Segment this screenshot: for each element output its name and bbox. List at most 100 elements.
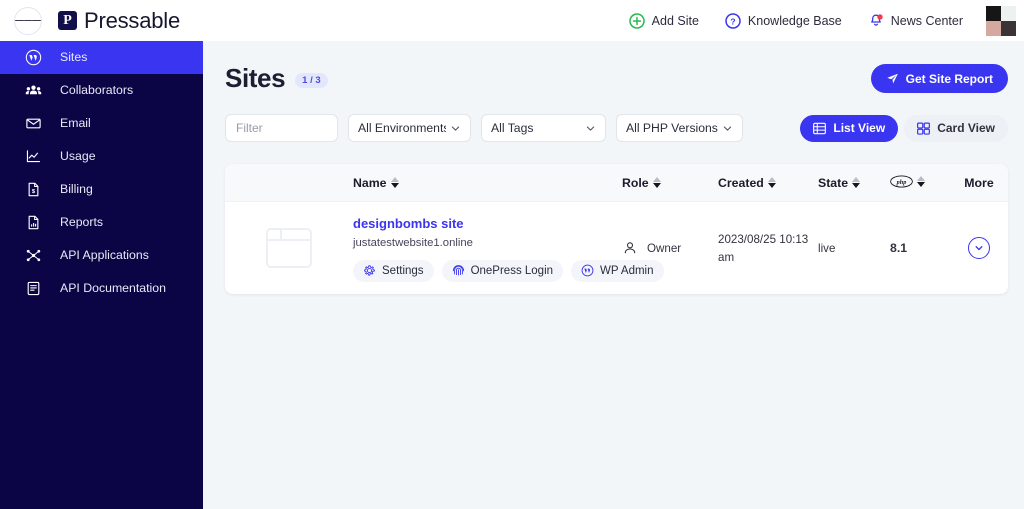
file-chart-icon (24, 214, 42, 232)
hamburger-icon[interactable] (14, 6, 42, 35)
card-view-label: Card View (937, 121, 995, 135)
wordpress-icon (581, 264, 594, 277)
column-header-more-label: More (964, 175, 994, 190)
users-icon (24, 82, 42, 100)
news-center-button[interactable]: News Center (856, 6, 974, 35)
sidebar-item-billing[interactable]: $ Billing (0, 173, 203, 206)
php-icon: php (890, 174, 913, 188)
sidebar-item-label: Reports (60, 215, 104, 230)
column-header-name-label: Name (353, 175, 387, 190)
top-bar: P Pressable Add Site ? Knowledge Base Ne… (0, 0, 1024, 41)
avatar[interactable] (986, 5, 1016, 36)
table-row: designbombs site justatestwebsite1.onlin… (225, 202, 1008, 294)
sidebar-item-usage[interactable]: Usage (0, 140, 203, 173)
sidebar: Sites Collaborators Email Usage $ Billin… (0, 41, 203, 509)
question-circle-icon: ? (725, 12, 741, 29)
sidebar-item-label: API Applications (60, 248, 149, 263)
sort-arrows-icon (767, 177, 776, 188)
add-site-label: Add Site (651, 13, 699, 28)
onepress-login-button[interactable]: OnePress Login (441, 259, 564, 282)
search-input[interactable] (225, 114, 338, 142)
list-view-label: List View (833, 121, 886, 135)
filter-bar: All Environments All Tags All PHP Versio… (223, 94, 1010, 142)
sidebar-item-api-applications[interactable]: API Applications (0, 239, 203, 272)
chevron-down-icon (723, 125, 732, 131)
browser-window-placeholder-icon (266, 228, 312, 268)
get-site-report-button[interactable]: Get Site Report (870, 64, 1008, 93)
environments-select[interactable]: All Environments (348, 114, 471, 142)
knowledge-base-button[interactable]: ? Knowledge Base (713, 6, 853, 35)
page-header: Sites 1 / 3 Get Site Report (223, 41, 1010, 94)
card-view-icon (917, 122, 931, 135)
onepress-login-label: OnePress Login (470, 264, 554, 277)
php-versions-select[interactable]: All PHP Versions (616, 114, 743, 142)
sidebar-item-label: Collaborators (60, 83, 134, 98)
created-value: 2023/08/25 10:13 am (718, 233, 809, 264)
fingerprint-icon (452, 265, 464, 276)
invoice-dollar-icon: $ (24, 181, 42, 199)
column-header-more: More (950, 176, 1008, 190)
brand-name: Pressable (84, 7, 181, 33)
add-site-button[interactable]: Add Site (617, 6, 710, 35)
settings-button[interactable]: Settings (353, 259, 434, 282)
column-header-role[interactable]: Role (622, 176, 718, 190)
php-versions-select-value: All PHP Versions (626, 121, 718, 135)
created-cell: 2023/08/25 10:13 am (718, 230, 818, 266)
sidebar-item-reports[interactable]: Reports (0, 206, 203, 239)
sidebar-item-email[interactable]: Email (0, 107, 203, 140)
sidebar-item-label: Billing (60, 182, 93, 197)
sort-arrows-icon (852, 177, 861, 188)
state-cell: live (818, 239, 890, 257)
more-cell (950, 237, 1008, 259)
knowledge-base-label: Knowledge Base (747, 13, 842, 28)
sort-arrows-icon (390, 177, 399, 188)
tags-select[interactable]: All Tags (481, 114, 606, 142)
envelope-icon (24, 115, 42, 133)
column-header-created[interactable]: Created (718, 176, 818, 190)
tags-select-value: All Tags (491, 121, 534, 135)
get-site-report-label: Get Site Report (905, 71, 993, 86)
svg-text:?: ? (730, 16, 735, 26)
chevron-down-icon (451, 125, 460, 131)
table-header-row: Name Role Created State php More (225, 164, 1008, 202)
site-count-badge: 1 / 3 (295, 72, 328, 89)
role-cell: Owner (622, 240, 718, 256)
top-bar-actions: Add Site ? Knowledge Base News Center (617, 5, 1024, 36)
column-header-name[interactable]: Name (353, 176, 622, 190)
settings-label: Settings (382, 264, 424, 277)
site-name-link[interactable]: designbombs site (353, 216, 464, 231)
wp-admin-button[interactable]: WP Admin (571, 259, 664, 282)
column-header-state[interactable]: State (818, 176, 890, 190)
state-value: live (818, 242, 836, 255)
php-value: 8.1 (890, 241, 908, 255)
brand[interactable]: P Pressable (58, 8, 180, 34)
site-thumbnail (225, 228, 353, 268)
sidebar-item-api-documentation[interactable]: API Documentation (0, 272, 203, 305)
svg-text:$: $ (31, 189, 35, 195)
news-center-label: News Center (890, 13, 963, 28)
sidebar-item-sites[interactable]: Sites (0, 41, 203, 74)
book-icon (24, 280, 42, 298)
app-root: P Pressable Add Site ? Knowledge Base Ne… (0, 0, 1024, 509)
list-view-button[interactable]: List View (800, 114, 899, 142)
sidebar-item-collaborators[interactable]: Collaborators (0, 74, 203, 107)
wordpress-icon (24, 49, 42, 67)
column-header-created-label: Created (718, 175, 764, 190)
sort-arrows-icon (917, 175, 925, 187)
column-header-state-label: State (818, 175, 849, 190)
send-icon (886, 73, 898, 84)
sidebar-item-label: Email (60, 116, 91, 131)
page-title: Sites (225, 63, 286, 93)
main-content: Sites 1 / 3 Get Site Report All Environm… (203, 41, 1024, 509)
environments-select-value: All Environments (358, 121, 446, 135)
column-header-php[interactable]: php (890, 174, 950, 191)
view-toggle: List View Card View (800, 114, 1008, 142)
row-more-button[interactable] (968, 237, 990, 259)
column-header-role-label: Role (622, 175, 649, 190)
list-view-icon (813, 122, 827, 134)
site-name-cell: designbombs site justatestwebsite1.onlin… (353, 215, 664, 282)
sidebar-item-label: Usage (60, 149, 96, 164)
pressable-logo-icon: P (58, 11, 77, 30)
card-view-button[interactable]: Card View (904, 114, 1008, 142)
wp-admin-label: WP Admin (600, 264, 654, 277)
